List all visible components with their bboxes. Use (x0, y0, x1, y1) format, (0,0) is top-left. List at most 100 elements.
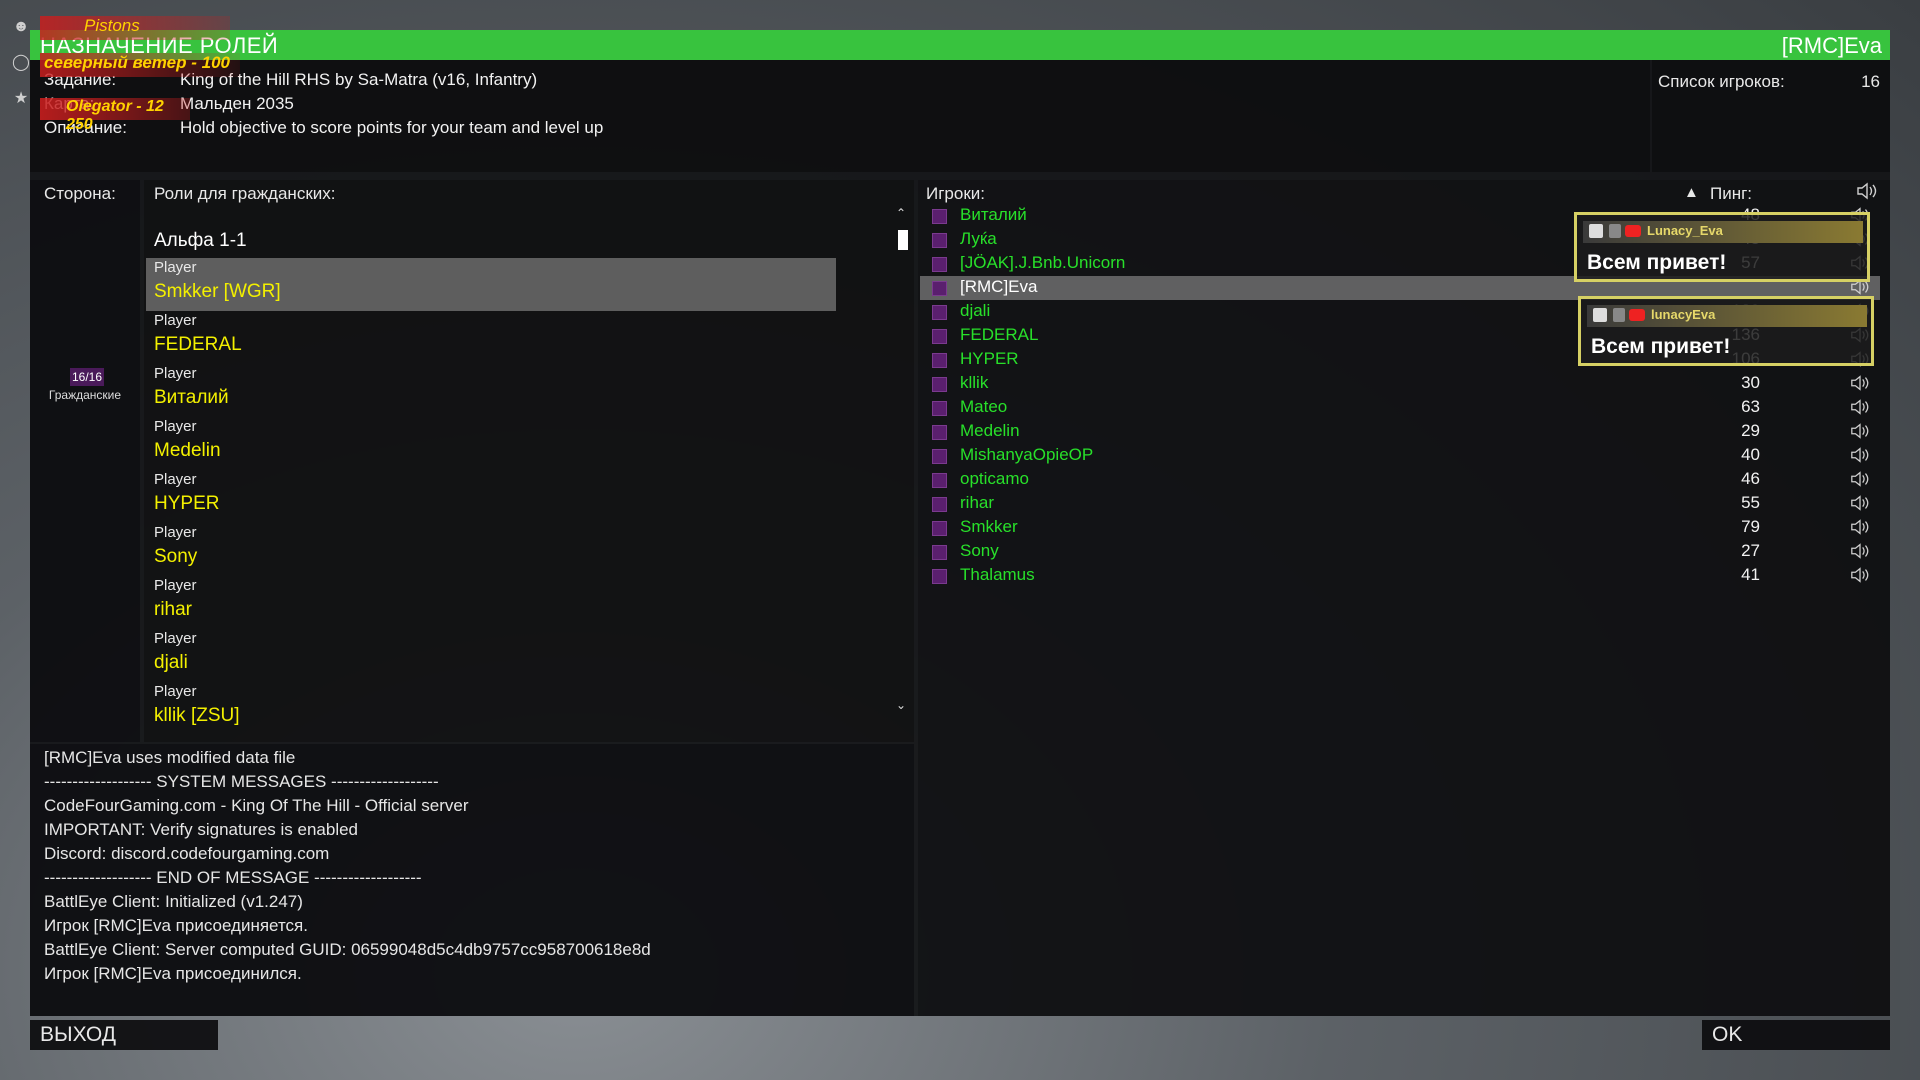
player-checkbox[interactable] (932, 281, 947, 296)
sort-ascending-icon[interactable]: ▲ (1684, 184, 1699, 201)
chat-message: Всем привет! (1587, 251, 1727, 274)
role-player-name: Smkker [WGR] (154, 281, 281, 302)
coin-icon[interactable]: ◯ (10, 52, 32, 74)
scroll-up-icon[interactable]: ⌃ (896, 206, 906, 220)
exit-button[interactable]: ВЫХОД (30, 1020, 218, 1050)
scrollbar-thumb[interactable] (898, 230, 908, 250)
mute-speaker-icon[interactable] (1850, 422, 1870, 440)
roles-header: Роли для гражданских: (154, 184, 336, 203)
console-line: BattlEye Client: Server computed GUID: 0… (44, 940, 651, 959)
player-count-box: Список игроков: 16 (1652, 60, 1890, 172)
player-checkbox[interactable] (932, 305, 947, 320)
mute-speaker-icon[interactable] (1850, 494, 1870, 512)
description-row: Описание:Hold objective to score points … (44, 118, 603, 138)
mute-speaker-icon[interactable] (1850, 446, 1870, 464)
player-name: Medelin (960, 421, 1020, 440)
role-player-name: HYPER (154, 493, 220, 514)
players-list: Игроки: ▲ Пинг: Виталий48Луќа48[JÖAK].J.… (918, 180, 1890, 1016)
role-type: Player (154, 630, 197, 647)
player-checkbox[interactable] (932, 497, 947, 512)
badge-icon (1609, 224, 1621, 238)
youtube-icon (1625, 225, 1641, 237)
player-row[interactable]: Sony 27 (920, 540, 1880, 564)
console-line: ------------------- END OF MESSAGE -----… (44, 868, 422, 887)
role-item[interactable]: Player Medelin (146, 417, 836, 470)
side-slot-count[interactable]: 16/16 (70, 368, 104, 386)
role-item[interactable]: Player Sony (146, 523, 836, 576)
role-type: Player (154, 418, 197, 435)
player-ping: 79 (1741, 517, 1760, 536)
side-name[interactable]: Гражданские (30, 388, 140, 402)
players-header: Игроки: (926, 184, 985, 203)
side-header: Сторона: (44, 184, 116, 203)
role-type: Player (154, 471, 197, 488)
player-ping: 29 (1741, 421, 1760, 440)
player-checkbox[interactable] (932, 425, 947, 440)
player-checkbox[interactable] (932, 521, 947, 536)
role-item[interactable]: Player Виталий (146, 364, 836, 417)
player-name: [JÖAK].J.Bnb.Unicorn (960, 253, 1126, 272)
player-ping: 27 (1741, 541, 1760, 560)
player-row[interactable]: Smkker 79 (920, 516, 1880, 540)
chat-header: Lunacy_Eva (1583, 221, 1863, 243)
role-item[interactable]: Player Smkker [WGR] (146, 258, 836, 311)
console-line: Discord: discord.codefourgaming.com (44, 844, 330, 863)
player-row[interactable]: Medelin 29 (920, 420, 1880, 444)
speaker-icon[interactable] (1856, 182, 1878, 200)
player-ping: 41 (1741, 565, 1760, 584)
mute-speaker-icon[interactable] (1850, 398, 1870, 416)
role-type: Player (154, 577, 197, 594)
exit-button-label: ВЫХОД (40, 1023, 117, 1046)
player-row[interactable]: Mateo 63 (920, 396, 1880, 420)
badge-icon (1593, 308, 1607, 322)
player-checkbox[interactable] (932, 353, 947, 368)
profile-icon[interactable]: ☻ (10, 16, 32, 38)
player-name: Smkker (960, 517, 1018, 536)
roles-list: Роли для гражданских: Альфа 1-1 Player S… (144, 180, 914, 742)
ok-button-label: OK (1712, 1023, 1743, 1046)
ok-button[interactable]: OK (1702, 1020, 1890, 1050)
role-type: Player (154, 683, 197, 700)
player-checkbox[interactable] (932, 329, 947, 344)
player-row[interactable]: opticamo 46 (920, 468, 1880, 492)
player-name: [RMC]Eva (960, 277, 1038, 296)
mission-info: Задание: King of the Hill RHS by Sa-Matra… (30, 60, 1650, 172)
mute-speaker-icon[interactable] (1850, 542, 1870, 560)
player-checkbox[interactable] (932, 401, 947, 416)
role-item[interactable]: Player rihar (146, 576, 836, 629)
mute-speaker-icon[interactable] (1850, 374, 1870, 392)
player-name: Thalamus (960, 565, 1035, 584)
console-line: BattlEye Client: Initialized (v1.247) (44, 892, 303, 911)
overlay-user-1: Pistons (40, 16, 230, 40)
star-icon[interactable]: ★ (10, 88, 32, 110)
role-item[interactable]: Player HYPER (146, 470, 836, 523)
player-row[interactable]: rihar 55 (920, 492, 1880, 516)
player-name: rihar (960, 493, 995, 512)
mute-speaker-icon[interactable] (1850, 518, 1870, 536)
role-item[interactable]: Player djali (146, 629, 836, 682)
player-checkbox[interactable] (932, 209, 947, 224)
player-checkbox[interactable] (932, 545, 947, 560)
mute-speaker-icon[interactable] (1850, 566, 1870, 584)
youtube-icon (1629, 309, 1645, 321)
title-bar: НАЗНАЧЕНИЕ РОЛЕЙ [RMC]Eva (30, 30, 1890, 60)
player-row[interactable]: Thalamus 41 (920, 564, 1880, 588)
player-row[interactable]: MishanyaOpieOP 40 (920, 444, 1880, 468)
role-item[interactable]: Player kllik [ZSU] (146, 682, 836, 735)
badge-icon (1613, 308, 1625, 322)
player-checkbox[interactable] (932, 569, 947, 584)
player-ping: 55 (1741, 493, 1760, 512)
player-checkbox[interactable] (932, 377, 947, 392)
player-checkbox[interactable] (932, 233, 947, 248)
ping-header[interactable]: Пинг: (1710, 184, 1752, 204)
description-label: Описание: (44, 118, 180, 138)
player-row[interactable]: kllik 30 (920, 372, 1880, 396)
player-checkbox[interactable] (932, 449, 947, 464)
mute-speaker-icon[interactable] (1850, 470, 1870, 488)
role-item[interactable]: Player FEDERAL (146, 311, 836, 364)
scroll-down-icon[interactable]: ⌄ (896, 698, 906, 712)
role-player-name: kllik [ZSU] (154, 705, 240, 726)
player-checkbox[interactable] (932, 473, 947, 488)
player-checkbox[interactable] (932, 257, 947, 272)
console-line: [RMC]Eva uses modified data file (44, 748, 296, 767)
